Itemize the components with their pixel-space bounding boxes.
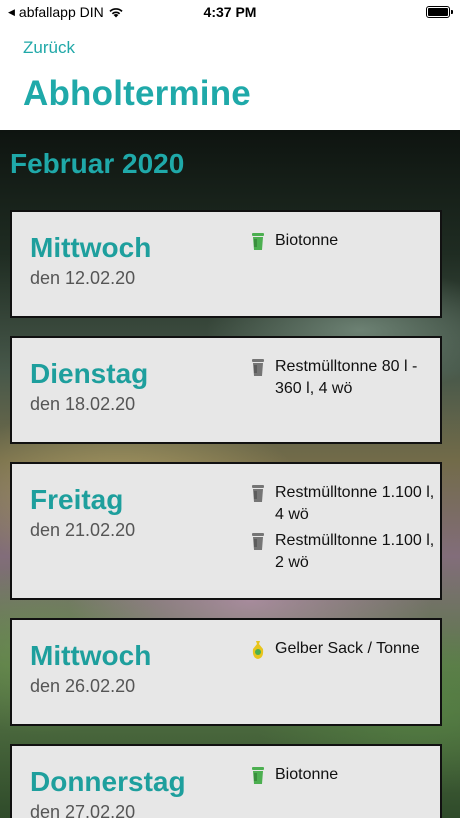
- biotonne-bin-icon: [252, 233, 264, 250]
- appointment-weekday: Mittwoch: [30, 640, 152, 671]
- restmuell-bin-icon: [252, 485, 264, 502]
- status-bar: ◀ abfallapp DIN 4:37 PM: [0, 0, 460, 24]
- appointment-entry: Gelber Sack / Tonne: [249, 638, 436, 660]
- appointment-card[interactable]: Mittwoch den 12.02.20 Biotonne: [10, 210, 442, 318]
- waste-type-label: Biotonne: [275, 232, 339, 249]
- restmuell-bin-icon: [252, 533, 264, 550]
- waste-type-label: Gelber Sack / Tonne: [275, 640, 420, 657]
- appointment-entry: Biotonne: [249, 764, 436, 786]
- appointment-entry: Restmülltonne 1.100 l, 4 wö: [249, 482, 436, 526]
- waste-type-label: Restmülltonne 1.100 l, 4 wö: [275, 484, 435, 523]
- gelber-sack-icon: [252, 641, 264, 659]
- back-button[interactable]: Zurück: [23, 38, 75, 58]
- appointment-card[interactable]: Mittwoch den 26.02.20 Gelber Sack / Tonn…: [10, 618, 442, 726]
- appointment-entry: Restmülltonne 1.100 l, 2 wö: [249, 530, 436, 574]
- navigation-bar: Zurück Abholtermine: [0, 24, 460, 130]
- waste-type-label: Biotonne: [275, 766, 339, 783]
- appointments-list[interactable]: Februar 2020 Mittwoch den 12.02.20 Bioto…: [0, 130, 460, 818]
- appointment-card[interactable]: Donnerstag den 27.02.20 Biotonne: [10, 744, 442, 818]
- appointment-date: den 18.02.20: [30, 394, 136, 414]
- month-heading: Februar 2020: [10, 148, 185, 179]
- appointment-weekday: Donnerstag: [30, 766, 186, 797]
- appointment-weekday: Dienstag: [30, 358, 149, 389]
- biotonne-bin-icon: [252, 767, 264, 784]
- appointment-card[interactable]: Dienstag den 18.02.20 Restmülltonne 80 l…: [10, 336, 442, 444]
- appointment-date: den 12.02.20: [30, 268, 136, 288]
- page-title: Abholtermine: [23, 74, 251, 113]
- appointment-entry: Biotonne: [249, 230, 436, 252]
- appointment-card[interactable]: Freitag den 21.02.20 Restmülltonne 1.100…: [10, 462, 442, 600]
- waste-type-label: Restmülltonne 80 l - 360 l, 4 wö: [275, 358, 418, 397]
- appointment-date: den 26.02.20: [30, 676, 136, 696]
- appointment-date: den 21.02.20: [30, 520, 136, 540]
- status-time: 4:37 PM: [203, 4, 257, 20]
- waste-type-label: Restmülltonne 1.100 l, 2 wö: [275, 532, 435, 571]
- appointment-date: den 27.02.20: [30, 802, 136, 818]
- appointment-weekday: Mittwoch: [30, 232, 152, 263]
- restmuell-bin-icon: [252, 359, 264, 376]
- appointment-weekday: Freitag: [30, 484, 124, 515]
- appointment-entry: Restmülltonne 80 l - 360 l, 4 wö: [249, 356, 436, 400]
- battery-icon: [426, 6, 453, 18]
